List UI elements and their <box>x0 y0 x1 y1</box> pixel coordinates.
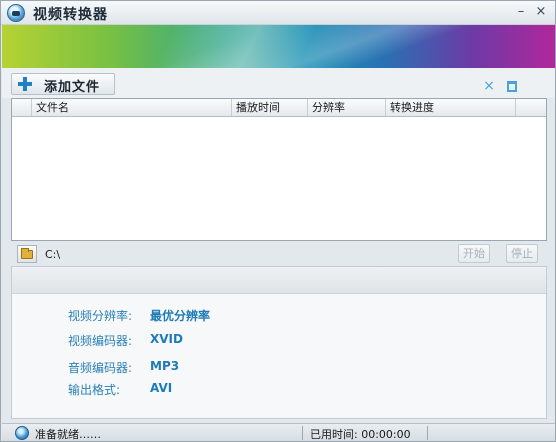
video-codec-value[interactable]: XVID <box>150 332 183 346</box>
status-divider <box>302 426 303 440</box>
folder-icon <box>21 248 33 259</box>
trash-icon[interactable] <box>507 81 517 92</box>
app-logo-icon <box>7 4 25 22</box>
window-title: 视频转换器 <box>33 7 108 23</box>
output-path-bar: C:\ 开始 停止 <box>11 244 547 264</box>
plus-icon <box>18 77 32 91</box>
audio-codec-value[interactable]: MP3 <box>150 359 179 373</box>
elapsed-time: 已用时间: 00:00:00 <box>310 428 411 441</box>
output-format-label: 输出格式: <box>68 383 121 397</box>
status-bar: 准备就绪…… 已用时间: 00:00:00 <box>2 423 555 441</box>
app-window: 视频转换器 – × 添加文件 × 文件名 播放时间 分辨率 转换进度 C:\ 开… <box>0 0 556 442</box>
column-header-resolution[interactable]: 分辨率 <box>308 99 386 116</box>
settings-panel: 视频分辨率: 最优分辨率 视频编码器: XVID 音频编码器: MP3 输出格式… <box>11 266 547 419</box>
status-text: 准备就绪…… <box>35 428 101 441</box>
add-file-button[interactable]: 添加文件 <box>11 73 115 95</box>
column-header-filename[interactable]: 文件名 <box>32 99 232 116</box>
file-list[interactable]: 文件名 播放时间 分辨率 转换进度 <box>11 98 547 241</box>
header-banner <box>2 25 555 68</box>
video-codec-label: 视频编码器: <box>68 334 133 348</box>
title-bar[interactable]: 视频转换器 – × <box>1 1 555 25</box>
file-list-header: 文件名 播放时间 分辨率 转换进度 <box>12 99 546 117</box>
status-divider <box>427 426 428 440</box>
toolbar: 添加文件 <box>2 68 555 98</box>
minimize-icon[interactable]: – <box>513 4 529 20</box>
settings-panel-header <box>12 267 546 294</box>
audio-codec-label: 音频编码器: <box>68 361 133 375</box>
output-format-value[interactable]: AVI <box>150 381 172 395</box>
output-path: C:\ <box>45 248 61 261</box>
close-icon[interactable]: × <box>533 4 549 20</box>
column-header-check <box>12 99 32 116</box>
remove-file-icon[interactable]: × <box>482 79 496 93</box>
resolution-label: 视频分辨率: <box>68 309 133 323</box>
resolution-value[interactable]: 最优分辨率 <box>150 307 210 324</box>
add-file-label: 添加文件 <box>44 80 101 95</box>
column-header-duration[interactable]: 播放时间 <box>232 99 308 116</box>
start-button[interactable]: 开始 <box>458 244 490 263</box>
stop-button[interactable]: 停止 <box>506 244 538 263</box>
globe-icon <box>15 426 29 440</box>
column-header-progress[interactable]: 转换进度 <box>386 99 516 116</box>
browse-folder-button[interactable] <box>17 245 37 263</box>
